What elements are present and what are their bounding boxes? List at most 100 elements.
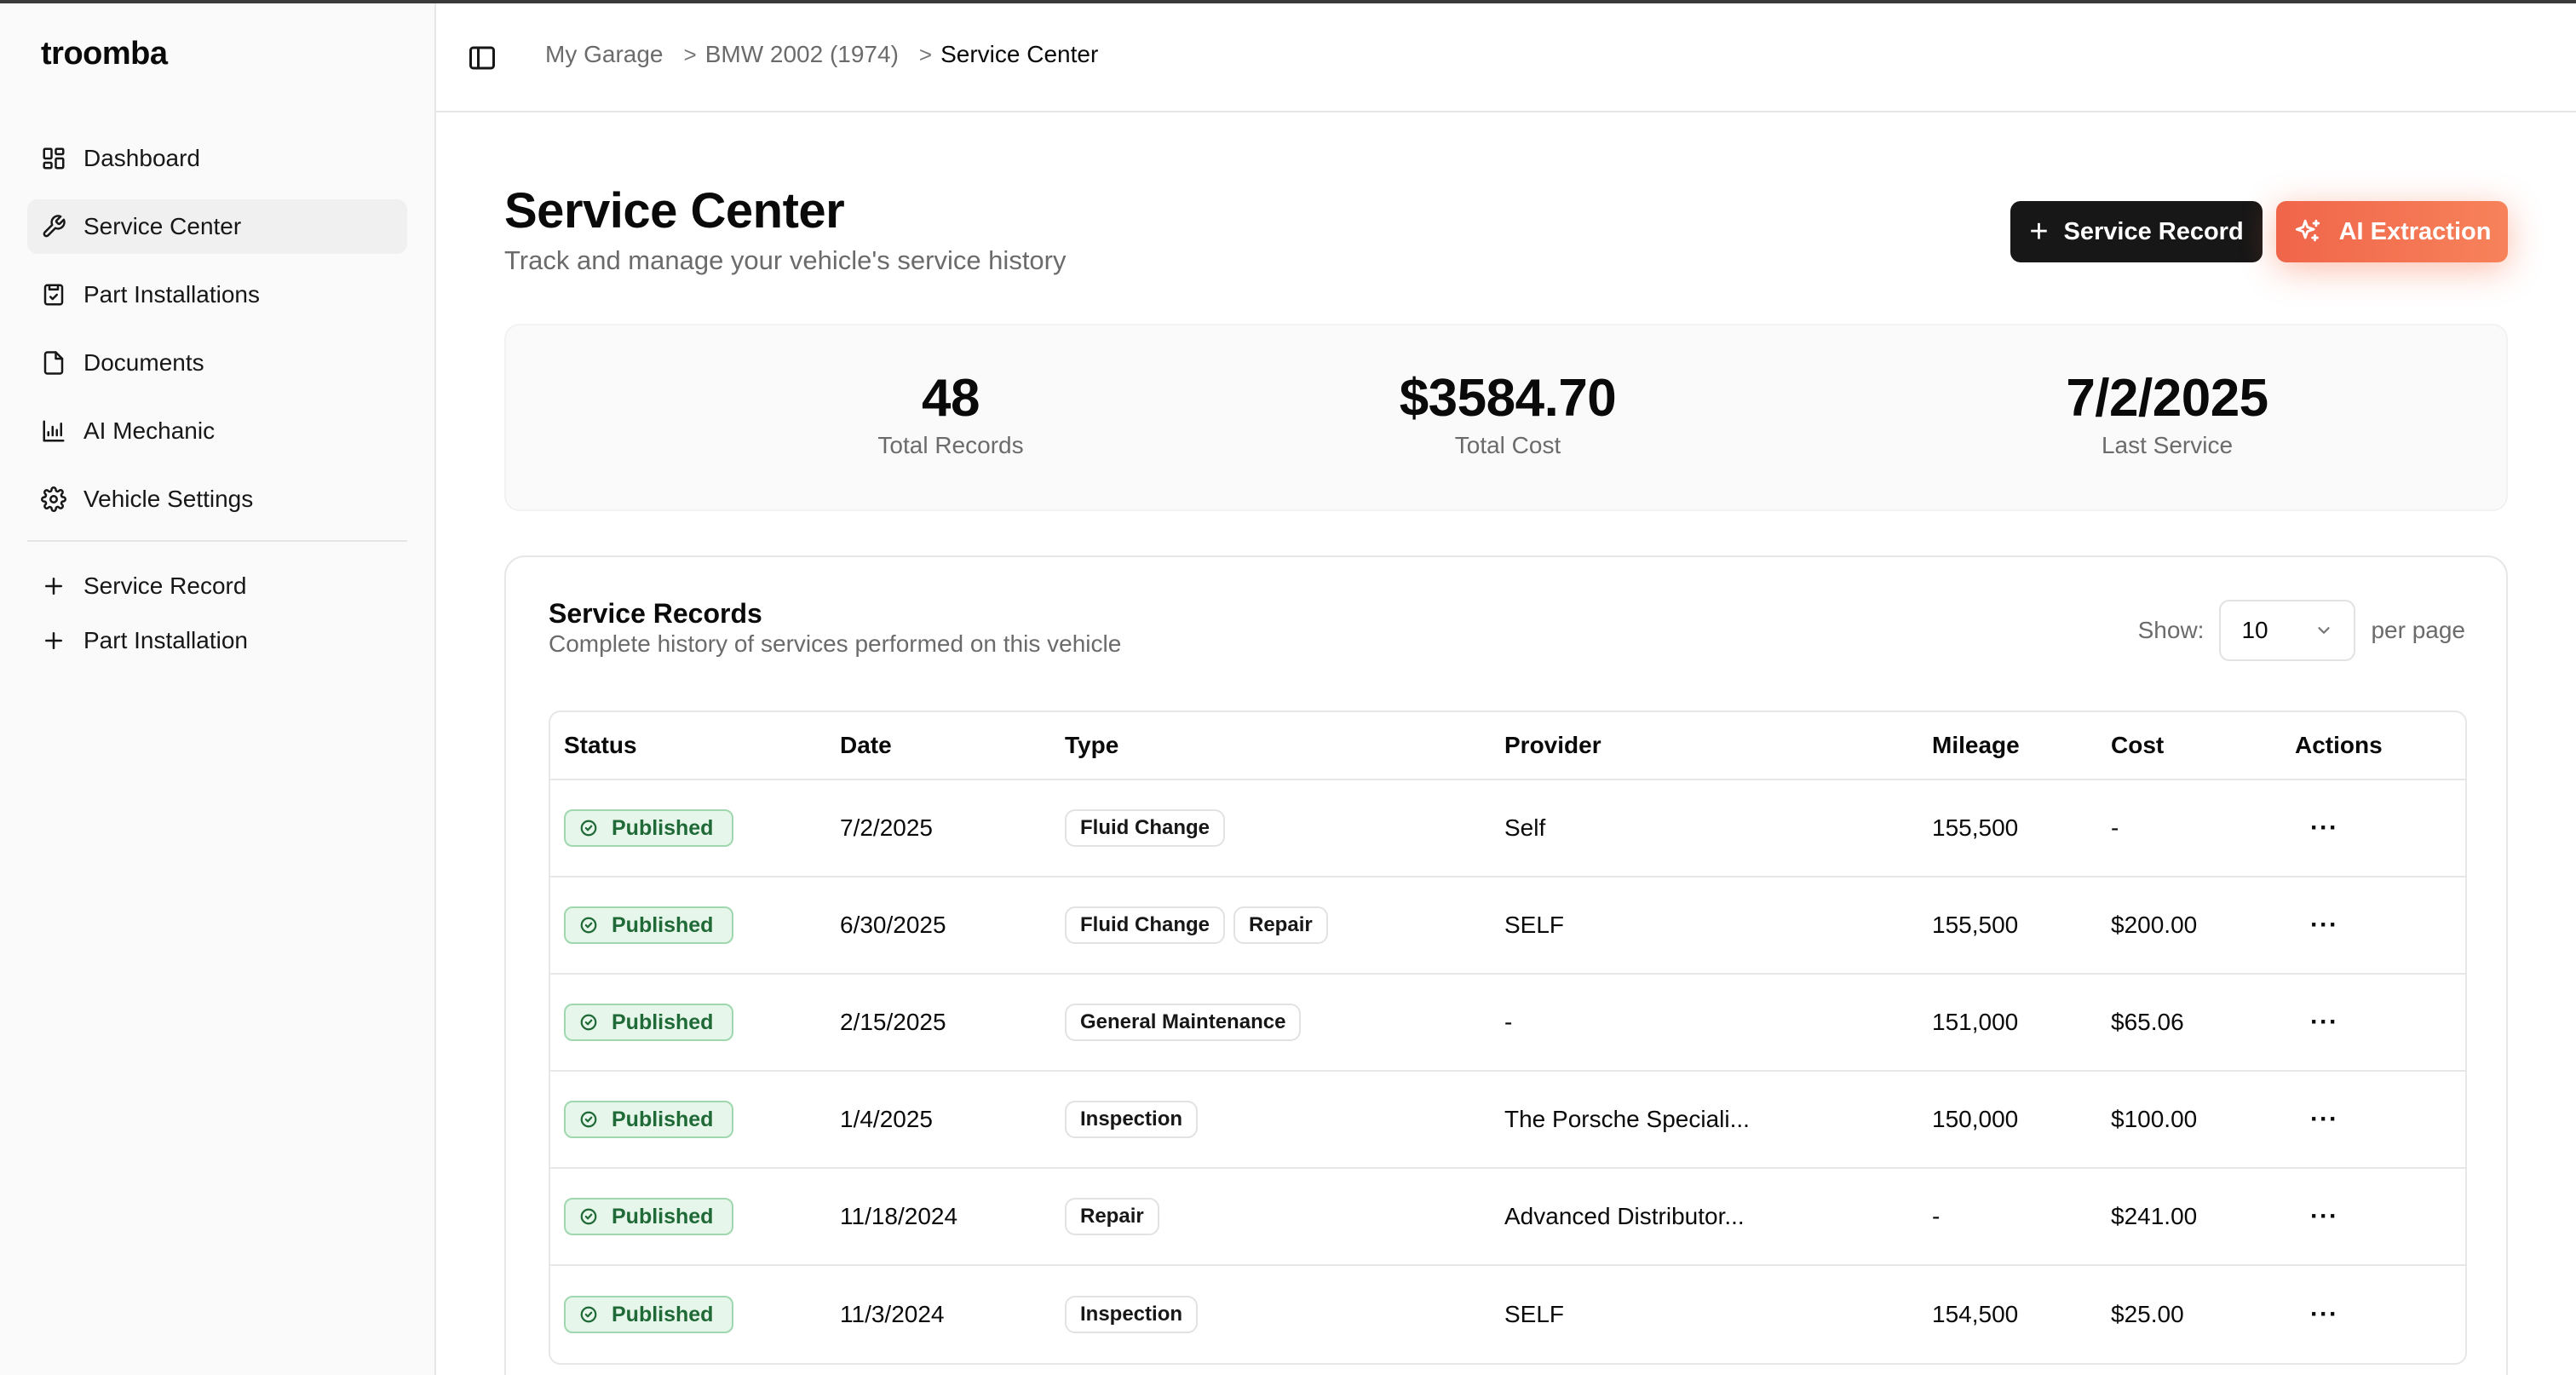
- add-service-record-button[interactable]: + Service Record: [2010, 201, 2263, 262]
- date-cell: 11/3/2024: [840, 1301, 945, 1327]
- type-cell: Repair: [1065, 1198, 1504, 1235]
- stat-total-cost: $3584.70 Total Cost: [1295, 368, 1721, 459]
- mileage-cell: 154,500: [1932, 1301, 2019, 1327]
- type-cell: General Maintenance: [1065, 1004, 1504, 1041]
- cost-cell: $100.00: [2111, 1106, 2198, 1132]
- ai-extraction-label: AI Extraction: [2338, 217, 2492, 245]
- provider-cell: Self: [1504, 814, 1546, 841]
- page-subtitle: Track and manage your vehicle's service …: [504, 245, 1067, 275]
- cost-cell: $25.00: [2111, 1301, 2184, 1327]
- check-circle-icon: [580, 1306, 597, 1323]
- more-actions-icon[interactable]: ···: [2295, 1105, 2338, 1133]
- stat-label: Total Records: [877, 432, 1024, 458]
- cost-cell: $200.00: [2111, 912, 2198, 938]
- more-actions-icon[interactable]: ···: [2295, 1300, 2338, 1328]
- breadcrumb-vehicle[interactable]: BMW 2002 (1974): [705, 41, 899, 68]
- status-text: Published: [612, 1302, 714, 1326]
- main-content: Service Center Track and manage your veh…: [436, 112, 2576, 1375]
- type-cell: Inspection: [1065, 1296, 1504, 1333]
- sidebar-item-service-center[interactable]: Service Center: [27, 199, 407, 254]
- column-header-cost[interactable]: Cost: [2111, 732, 2295, 759]
- provider-cell: SELF: [1504, 1301, 1565, 1327]
- sidebar-item-documents[interactable]: Documents: [27, 336, 407, 390]
- status-badge: Published: [564, 809, 734, 847]
- check-circle-icon: [580, 1111, 597, 1128]
- column-header-type[interactable]: Type: [1065, 732, 1504, 759]
- table-row[interactable]: Published 11/18/2024 Repair Advanced Distri…: [550, 1169, 2465, 1266]
- type-cell: Fluid Change: [1065, 809, 1504, 847]
- table-header-row: Status Date Type Provider Mileage Cost A…: [550, 712, 2465, 780]
- mileage-cell: 155,500: [1932, 912, 2019, 938]
- column-header-status[interactable]: Status: [550, 732, 840, 759]
- sidebar-item-label: Service Center: [83, 213, 242, 239]
- sidebar: troomba Dashboard Service Center Part In…: [0, 3, 436, 1375]
- service-records-card: Service Records Complete history of serv…: [504, 555, 2508, 1375]
- date-cell: 11/18/2024: [840, 1203, 958, 1229]
- table-body: Published 7/2/2025 Fluid Change Self 155,500…: [550, 780, 2465, 1363]
- per-page-value: 10: [2241, 617, 2268, 643]
- breadcrumb-my-garage[interactable]: My Garage: [545, 41, 664, 68]
- more-actions-icon[interactable]: ···: [2295, 1008, 2338, 1036]
- status-badge: Published: [564, 1198, 734, 1235]
- table-row[interactable]: Published 2/15/2025 General Maintenance - 15…: [550, 975, 2465, 1072]
- sidebar-item-dashboard[interactable]: Dashboard: [27, 131, 407, 186]
- check-circle-icon: [580, 1208, 597, 1225]
- plus-icon: [45, 578, 62, 595]
- sidebar-item-label: AI Mechanic: [83, 417, 216, 444]
- wrench-icon: [43, 215, 66, 238]
- status-text: Published: [612, 912, 714, 937]
- status-badge: Published: [564, 906, 734, 944]
- status-cell: Published: [550, 809, 840, 847]
- stat-value: 48: [922, 369, 980, 428]
- column-header-date[interactable]: Date: [840, 732, 1065, 759]
- column-header-mileage[interactable]: Mileage: [1932, 732, 2111, 759]
- per-page-select[interactable]: 10: [2219, 600, 2356, 661]
- type-tag: Inspection: [1065, 1101, 1199, 1138]
- stat-label: Total Cost: [1454, 432, 1561, 458]
- sidebar-item-label: Documents: [83, 349, 204, 376]
- type-cell: Inspection: [1065, 1101, 1504, 1138]
- actions-cell: ···: [2295, 1301, 2465, 1328]
- sidebar-item-part-installations[interactable]: Part Installations: [27, 268, 407, 322]
- sidebar-add-service-record[interactable]: Service Record: [27, 566, 407, 607]
- more-actions-icon[interactable]: ···: [2295, 911, 2338, 939]
- type-cell: Fluid Change Repair: [1065, 906, 1504, 944]
- stat-total-records: 48 Total Records: [738, 368, 1164, 459]
- sidebar-item-ai-mechanic[interactable]: AI Mechanic: [27, 404, 407, 458]
- status-text: Published: [612, 815, 714, 840]
- date-cell: 2/15/2025: [840, 1009, 946, 1035]
- status-cell: Published: [550, 1296, 840, 1333]
- date-cell: 7/2/2025: [840, 814, 933, 841]
- column-header-actions: Actions: [2295, 732, 2383, 758]
- status-cell: Published: [550, 1101, 840, 1138]
- sidebar-item-vehicle-settings[interactable]: Vehicle Settings: [27, 472, 407, 526]
- table-row[interactable]: Published 7/2/2025 Fluid Change Self 155,500…: [550, 780, 2465, 877]
- plus-icon: [45, 632, 62, 649]
- actions-cell: ···: [2295, 814, 2465, 842]
- breadcrumb-separator: >: [683, 41, 697, 67]
- sidebar-add-part-installation[interactable]: Part Installation: [27, 620, 407, 661]
- table-row[interactable]: Published 6/30/2025 Fluid Change Repair SELF…: [550, 877, 2465, 975]
- more-actions-icon[interactable]: ···: [2295, 814, 2338, 842]
- ai-extraction-button[interactable]: AI Extraction: [2276, 201, 2508, 262]
- type-tag: Inspection: [1065, 1296, 1199, 1333]
- stat-last-service: 7/2/2025 Last Service: [1954, 368, 2380, 459]
- table-row[interactable]: Published 11/3/2024 Inspection SELF 154,500 $…: [550, 1266, 2465, 1363]
- stat-value: 7/2/2025: [2066, 369, 2268, 428]
- date-cell: 1/4/2025: [840, 1106, 933, 1132]
- column-header-provider[interactable]: Provider: [1504, 732, 1932, 759]
- more-actions-icon[interactable]: ···: [2295, 1202, 2338, 1230]
- actions-cell: ···: [2295, 1106, 2465, 1133]
- clipboard-check-icon: [43, 284, 64, 306]
- brand-logo[interactable]: troomba: [41, 36, 168, 72]
- gear-icon: [41, 486, 66, 512]
- sidebar-item-label: Dashboard: [83, 145, 200, 171]
- status-text: Published: [612, 1107, 714, 1131]
- table-row[interactable]: Published 1/4/2025 Inspection The Porsche S…: [550, 1072, 2465, 1169]
- per-page-control: Show: 10 per page: [2138, 600, 2465, 661]
- provider-cell: SELF: [1504, 912, 1565, 938]
- sidebar-toggle-icon[interactable]: [467, 43, 497, 73]
- provider-cell: -: [1504, 1009, 1513, 1035]
- sidebar-nav: Dashboard Service Center Part Installati…: [27, 131, 407, 675]
- status-cell: Published: [550, 906, 840, 944]
